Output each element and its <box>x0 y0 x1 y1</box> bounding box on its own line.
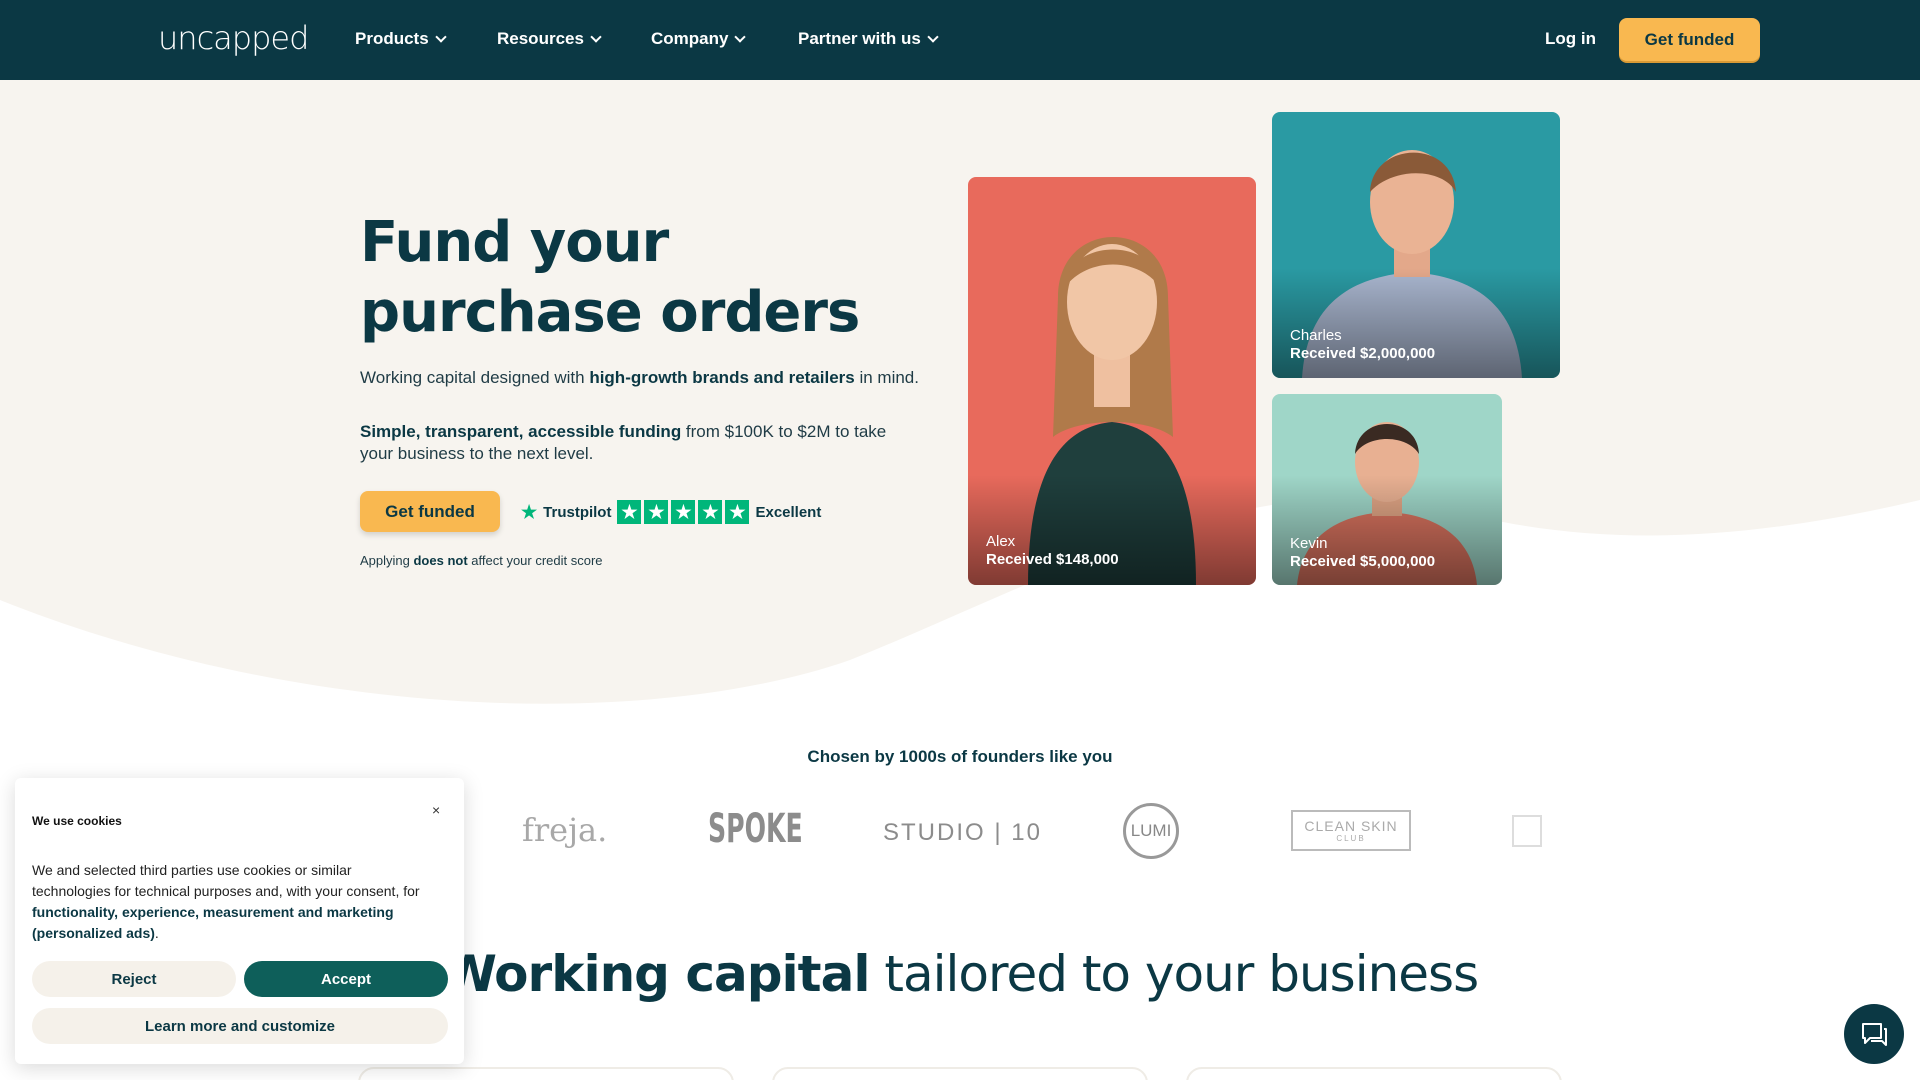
brand-logo-lumi: LUMI <box>1123 803 1179 859</box>
star-icon: ★ <box>698 500 723 524</box>
nav-label: Company <box>651 29 729 48</box>
trustpilot-stars: ★ ★ ★ ★ ★ <box>617 500 750 524</box>
trustpilot-rating: Excellent <box>755 503 822 521</box>
trustpilot-widget[interactable]: ★ Trustpilot ★ ★ ★ ★ ★ Excellent <box>521 500 821 524</box>
cookie-learn-more-button[interactable]: Learn more and customize <box>32 1008 448 1044</box>
hero-title: Fund your purchase orders <box>360 208 860 348</box>
nav-label: Resources <box>497 29 584 48</box>
text: . <box>154 925 159 941</box>
text: affect your credit score <box>467 553 603 568</box>
text: Applying <box>360 553 414 568</box>
text: We and selected third parties use cookie… <box>32 862 420 899</box>
brand-logo-cleanskin: CLEAN SKIN CLUB <box>1291 810 1411 851</box>
top-nav: uncapped Products Resources Company Part… <box>0 0 1920 80</box>
trustpilot-star-icon: ★ <box>521 501 538 522</box>
chevron-down-icon <box>435 30 447 43</box>
hero-paragraph-1: Working capital designed with high-growt… <box>360 367 920 389</box>
login-link[interactable]: Log in <box>1545 29 1596 49</box>
star-icon: ★ <box>725 500 750 524</box>
text: in mind. <box>854 368 919 387</box>
text-bold: high-growth brands and retailers <box>589 368 855 387</box>
uncapped-logo[interactable]: uncapped <box>158 19 309 57</box>
cookie-title: We use cookies <box>32 814 122 828</box>
cookie-banner: We use cookies × We and selected third p… <box>15 778 464 1064</box>
chevron-down-icon <box>734 30 747 43</box>
nav-item-partner[interactable]: Partner with us <box>798 29 939 49</box>
brand-logo-lumi-text: LUMI <box>1130 821 1172 840</box>
star-icon: ★ <box>617 500 642 524</box>
testimonial-amount: Received $148,000 <box>986 551 1119 568</box>
hero-paragraph-2: Simple, transparent, accessible funding … <box>360 421 920 465</box>
nav-label: Products <box>355 29 429 48</box>
chat-button[interactable] <box>1844 1004 1904 1064</box>
testimonial-caption: Charles Received $2,000,000 <box>1290 327 1435 363</box>
testimonial-name: Kevin <box>1290 535 1328 552</box>
testimonial-card-kevin: Kevin Received $5,000,000 <box>1272 394 1502 585</box>
testimonial-name: Alex <box>986 533 1016 550</box>
get-funded-hero-button[interactable]: Get funded <box>360 491 500 532</box>
nav-item-resources[interactable]: Resources <box>497 29 602 49</box>
cookie-accept-button[interactable]: Accept <box>244 961 448 997</box>
brand-logo-studio10: STUDIO | 10 <box>883 819 1042 846</box>
social-proof-heading: Chosen by 1000s of founders like you <box>807 747 1113 766</box>
testimonial-caption: Alex Received $148,000 <box>986 533 1119 569</box>
hero-title-line2: purchase orders <box>360 280 860 345</box>
hero-title-line1: Fund your <box>360 210 669 275</box>
text-bold: Simple, transparent, accessible funding <box>360 422 682 441</box>
star-icon: ★ <box>671 500 696 524</box>
text-bold: functionality, experience, measurement a… <box>32 904 394 941</box>
nav-item-products[interactable]: Products <box>355 29 447 49</box>
chat-icon <box>1862 1023 1887 1046</box>
product-card[interactable] <box>358 1067 734 1080</box>
text: Working capital designed with <box>360 368 590 387</box>
nav-item-company[interactable]: Company <box>651 29 747 49</box>
brand-logo-cleanskin-sub: CLUB <box>1336 834 1366 843</box>
cookie-text: We and selected third parties use cookie… <box>32 860 432 944</box>
chevron-down-icon <box>590 30 602 43</box>
testimonial-card-alex: Alex Received $148,000 <box>968 177 1256 585</box>
chevron-down-icon <box>927 30 939 43</box>
brand-logo-cleanskin-text: CLEAN SKIN <box>1304 818 1398 834</box>
section-title-bold: Working capital <box>441 945 871 1003</box>
testimonial-name: Charles <box>1290 327 1342 344</box>
close-icon[interactable]: × <box>432 802 440 818</box>
text-bold: does not <box>413 553 468 568</box>
brand-logo-partial <box>1512 815 1542 847</box>
product-card[interactable] <box>1186 1067 1562 1080</box>
get-funded-nav-button[interactable]: Get funded <box>1619 18 1760 61</box>
testimonial-amount: Received $2,000,000 <box>1290 345 1436 362</box>
cookie-reject-button[interactable]: Reject <box>32 961 236 997</box>
product-card[interactable] <box>772 1067 1148 1080</box>
testimonial-amount: Received $5,000,000 <box>1290 553 1436 570</box>
trustpilot-label: Trustpilot <box>543 503 612 521</box>
testimonial-caption: Kevin Received $5,000,000 <box>1290 535 1435 571</box>
hero-background <box>0 80 1920 720</box>
credit-note: Applying does not affect your credit sco… <box>360 553 603 568</box>
section-title-rest: tailored to your business <box>869 945 1479 1003</box>
brand-logo-freja: freja. <box>522 811 608 849</box>
brand-logo-spoke: SPOKE <box>708 806 803 852</box>
testimonial-card-charles: Charles Received $2,000,000 <box>1272 112 1560 378</box>
star-icon: ★ <box>644 500 669 524</box>
nav-label: Partner with us <box>798 29 921 48</box>
